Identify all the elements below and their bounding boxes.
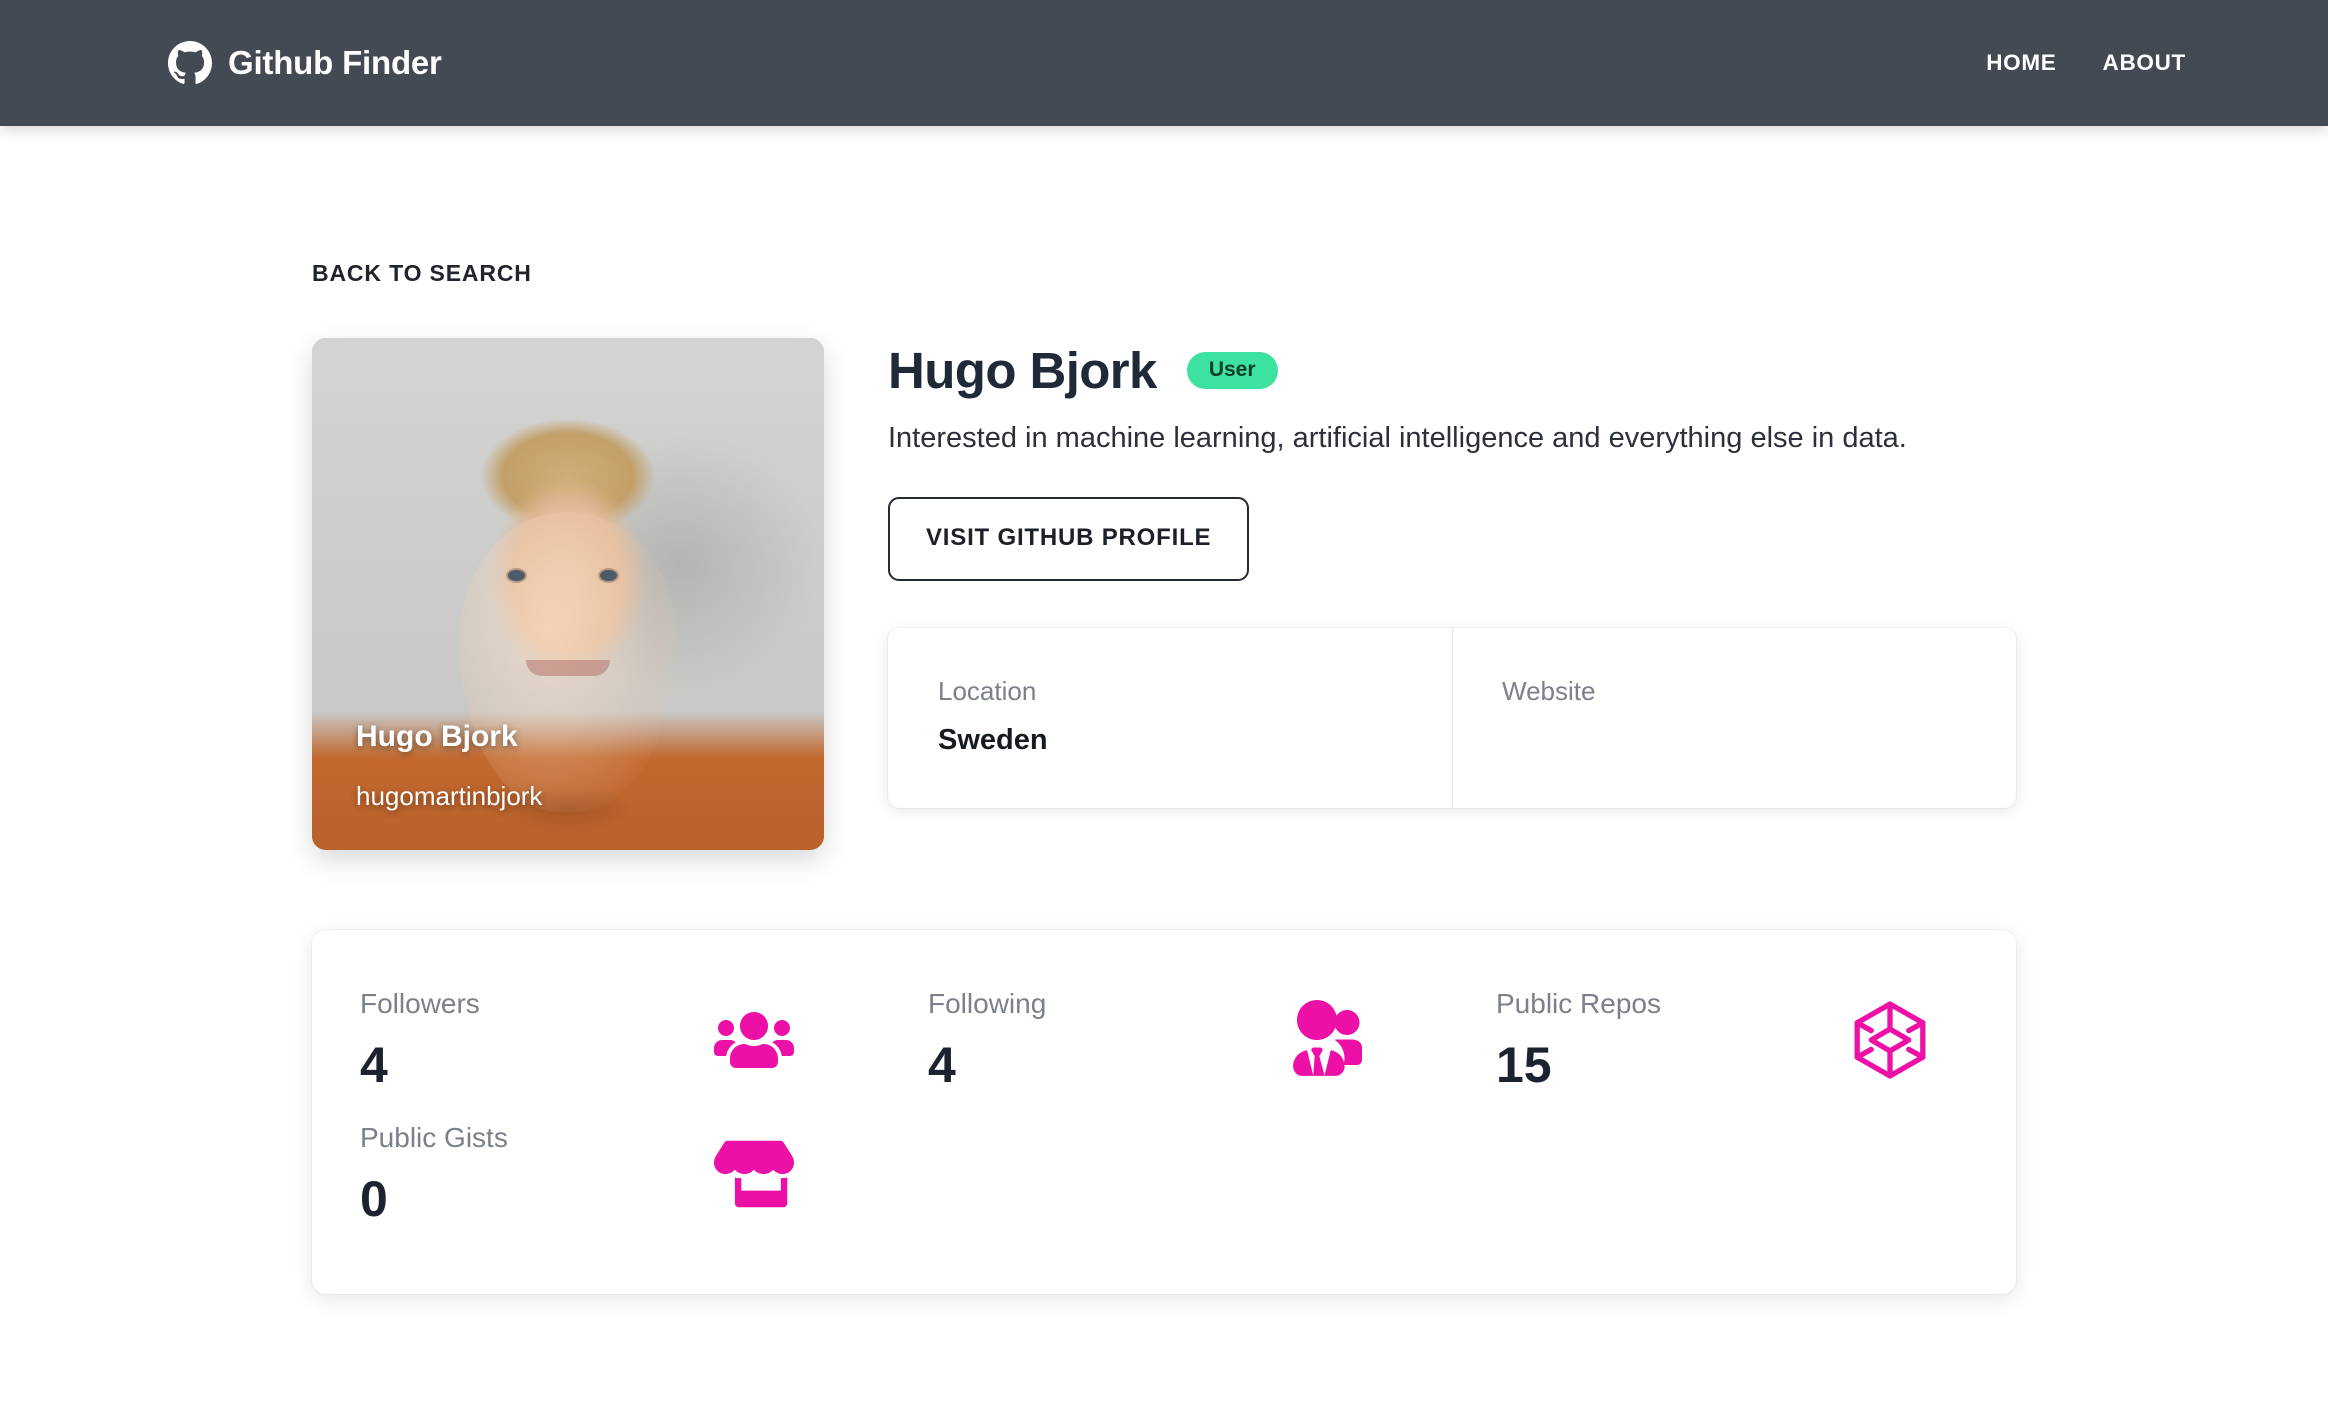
stat-value-following: 4 bbox=[928, 1037, 956, 1093]
page-title: Hugo Bjork bbox=[888, 342, 1157, 399]
stat-value-followers: 4 bbox=[360, 1037, 388, 1093]
stat-label-following: Following bbox=[928, 988, 1047, 1019]
nav-link-home[interactable]: HOME bbox=[1986, 50, 2056, 76]
status-badge: User bbox=[1186, 352, 1278, 390]
stat-text: Public Repos 15 bbox=[1496, 988, 1661, 1093]
nav-link-about[interactable]: ABOUT bbox=[2103, 50, 2187, 76]
meta-cell-website: Website bbox=[1452, 628, 2016, 809]
avatar-eye-right bbox=[600, 570, 617, 581]
nav-links: HOME ABOUT bbox=[1986, 50, 2186, 76]
codepen-box-icon bbox=[1854, 1001, 1926, 1079]
avatar-overlay: Hugo Bjork hugomartinbjork bbox=[312, 719, 824, 850]
stat-label-followers: Followers bbox=[360, 988, 480, 1019]
profile-grid: Hugo Bjork hugomartinbjork Hugo Bjork Us… bbox=[312, 338, 2016, 850]
brand-title: Github Finder bbox=[228, 44, 442, 81]
content-container: BACK TO SEARCH Hugo Bjork hugomartinbjor… bbox=[312, 126, 2016, 1294]
meta-value-location: Sweden bbox=[938, 724, 1048, 757]
visit-github-profile-button[interactable]: VISIT GITHUB PROFILE bbox=[888, 497, 1250, 582]
profile-bio: Interested in machine learning, artifici… bbox=[888, 421, 1907, 454]
name-row: Hugo Bjork User bbox=[888, 344, 2016, 398]
profile-info: Hugo Bjork User Interested in machine le… bbox=[888, 338, 2016, 809]
stat-following: Following 4 bbox=[880, 990, 1448, 1090]
back-to-search-link[interactable]: BACK TO SEARCH bbox=[312, 260, 532, 287]
meta-cell-location: Location Sweden bbox=[888, 628, 1452, 808]
stat-text: Public Gists 0 bbox=[360, 1122, 508, 1227]
users-group-icon bbox=[714, 1012, 794, 1068]
stat-label-public-gists: Public Gists bbox=[360, 1122, 508, 1153]
avatar-name: Hugo Bjork bbox=[356, 720, 518, 753]
stat-value-public-gists: 0 bbox=[360, 1171, 388, 1227]
avatar-eye-left bbox=[508, 570, 525, 581]
brand-logo[interactable]: Github Finder bbox=[168, 41, 442, 85]
stat-public-repos: Public Repos 15 bbox=[1448, 990, 2016, 1090]
stat-text: Following 4 bbox=[928, 988, 1047, 1093]
stat-public-gists: Public Gists 0 bbox=[312, 1124, 880, 1224]
stat-label-public-repos: Public Repos bbox=[1496, 988, 1661, 1019]
page-body: BACK TO SEARCH Hugo Bjork hugomartinbjor… bbox=[0, 126, 2328, 1294]
two-users-icon bbox=[1293, 1000, 1362, 1076]
stats-card: Followers 4 Following 4 Public Repos 15 … bbox=[312, 930, 2016, 1294]
stat-value-public-repos: 15 bbox=[1496, 1037, 1552, 1093]
avatar-mouth bbox=[526, 660, 610, 676]
github-logo-icon bbox=[168, 41, 212, 84]
avatar-card: Hugo Bjork hugomartinbjork bbox=[312, 338, 824, 850]
meta-value-website bbox=[1502, 726, 2016, 755]
avatar-login: hugomartinbjork bbox=[356, 781, 543, 811]
store-icon bbox=[714, 1140, 794, 1208]
meta-label-location: Location bbox=[938, 676, 1037, 707]
stat-followers: Followers 4 bbox=[312, 990, 880, 1090]
navbar: Github Finder HOME ABOUT bbox=[0, 0, 2328, 126]
meta-label-website: Website bbox=[1502, 676, 1596, 707]
profile-meta-card: Location Sweden Website bbox=[888, 628, 2016, 809]
stat-text: Followers 4 bbox=[360, 988, 480, 1093]
